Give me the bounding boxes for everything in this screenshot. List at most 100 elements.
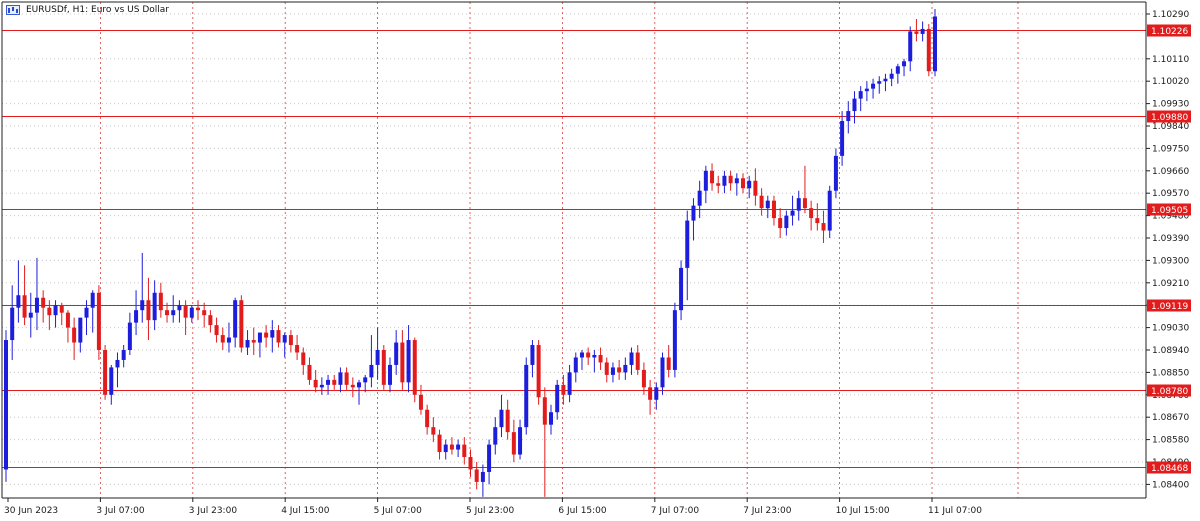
candle-body [338,372,343,385]
candle-body [165,310,170,316]
x-tick-label: 6 Jul 15:00 [558,506,607,516]
candle-body [542,397,547,425]
candle-body [127,322,132,350]
candle-body [53,305,58,316]
candle-body [889,73,894,79]
candle-body [908,31,913,62]
candle-body [617,367,622,373]
price-chart[interactable]: 1.10290 1.10110 1.10020 1.09930 1.09840 1.097… [0,0,1200,521]
candle-body [177,305,182,311]
candle-body [741,178,746,189]
candle-body [536,345,541,398]
candle-body [350,384,355,388]
candle-body [47,307,52,316]
candle-body [511,432,516,455]
candle-body [635,352,640,370]
candle-body [598,354,603,363]
candle-body [307,364,312,380]
candle-body [437,434,442,453]
y-tick-label: 1.09750 [1152,144,1189,154]
y-tick-label: 1.09390 [1152,234,1189,244]
candle-body [914,31,919,34]
candle-body [833,155,838,191]
candle-body [233,300,238,338]
candle-body [90,292,95,308]
candle-body [431,427,436,435]
candle-body [282,335,287,343]
candle-body [679,267,684,311]
candle-body [109,367,114,395]
candle-body [920,28,925,34]
candle-body [34,297,39,313]
candle-body [183,305,188,318]
candle-body [146,300,151,321]
candle-body [877,81,882,84]
chart-window-icon [6,5,20,15]
candle-body [499,409,504,428]
candle-body [660,357,665,388]
candle-body [456,444,461,450]
candle-body [121,350,126,360]
candle-body [827,190,832,231]
candle-body [220,335,225,343]
candle-body [790,210,795,216]
candle-body [140,300,145,311]
candle-body [84,307,89,318]
candle-body [357,382,362,388]
candle-body [381,350,386,385]
candle-body [480,471,485,482]
candle-body [530,345,535,365]
candle-body [115,359,120,368]
candle-body [65,312,70,328]
x-tick-label: 3 Jul 07:00 [96,506,145,516]
candle-body [214,325,219,336]
candle-body [28,312,33,318]
candle-body [189,307,194,318]
candle-body [96,292,101,350]
candle-body [864,88,869,92]
candle-body [518,427,523,455]
candle-body [747,180,752,189]
candle-body [295,345,300,353]
y-tick-label: 1.10110 [1152,55,1189,65]
candle-body [152,292,157,321]
candle-body [771,200,776,219]
price-level-value: 1.08468 [1151,464,1188,474]
chart-title-text: EURUSDf, H1: Euro vs US Dollar [26,5,169,15]
candle-body [852,98,857,112]
candle-body [474,469,479,482]
candle-body [239,300,244,348]
y-tick-label: 1.09840 [1152,122,1189,132]
price-level-value: 1.09119 [1151,302,1188,312]
candle-body [412,340,417,395]
candle-body [313,379,318,388]
candle-body [641,369,646,388]
price-level-value: 1.08780 [1151,387,1188,397]
candle-body [332,379,337,385]
candle-body [809,208,814,219]
candle-body [226,337,231,343]
candle-body [623,364,628,373]
candle-body [672,310,677,370]
chart-window[interactable]: 1.10290 1.10110 1.10020 1.09930 1.09840 1.097… [0,0,1200,521]
candle-body [288,335,293,346]
price-level-value: 1.10226 [1151,27,1188,37]
candle-body [765,200,770,209]
y-tick-label: 1.08850 [1152,368,1189,378]
candle-body [418,394,423,410]
candle-body [648,387,653,400]
candle-body [22,295,27,318]
y-tick-label: 1.08670 [1152,413,1189,423]
candle-body [759,195,764,209]
candle-body [926,28,931,72]
candle-body [387,364,392,385]
candle-body [716,183,721,186]
candle-body [319,384,324,388]
candle-body [703,170,708,191]
candle-body [375,350,380,365]
candle-body [610,367,615,375]
candle-body [10,307,15,341]
candle-body [59,305,64,313]
y-tick-label: 1.08400 [1152,480,1189,490]
candle-body [505,409,510,433]
